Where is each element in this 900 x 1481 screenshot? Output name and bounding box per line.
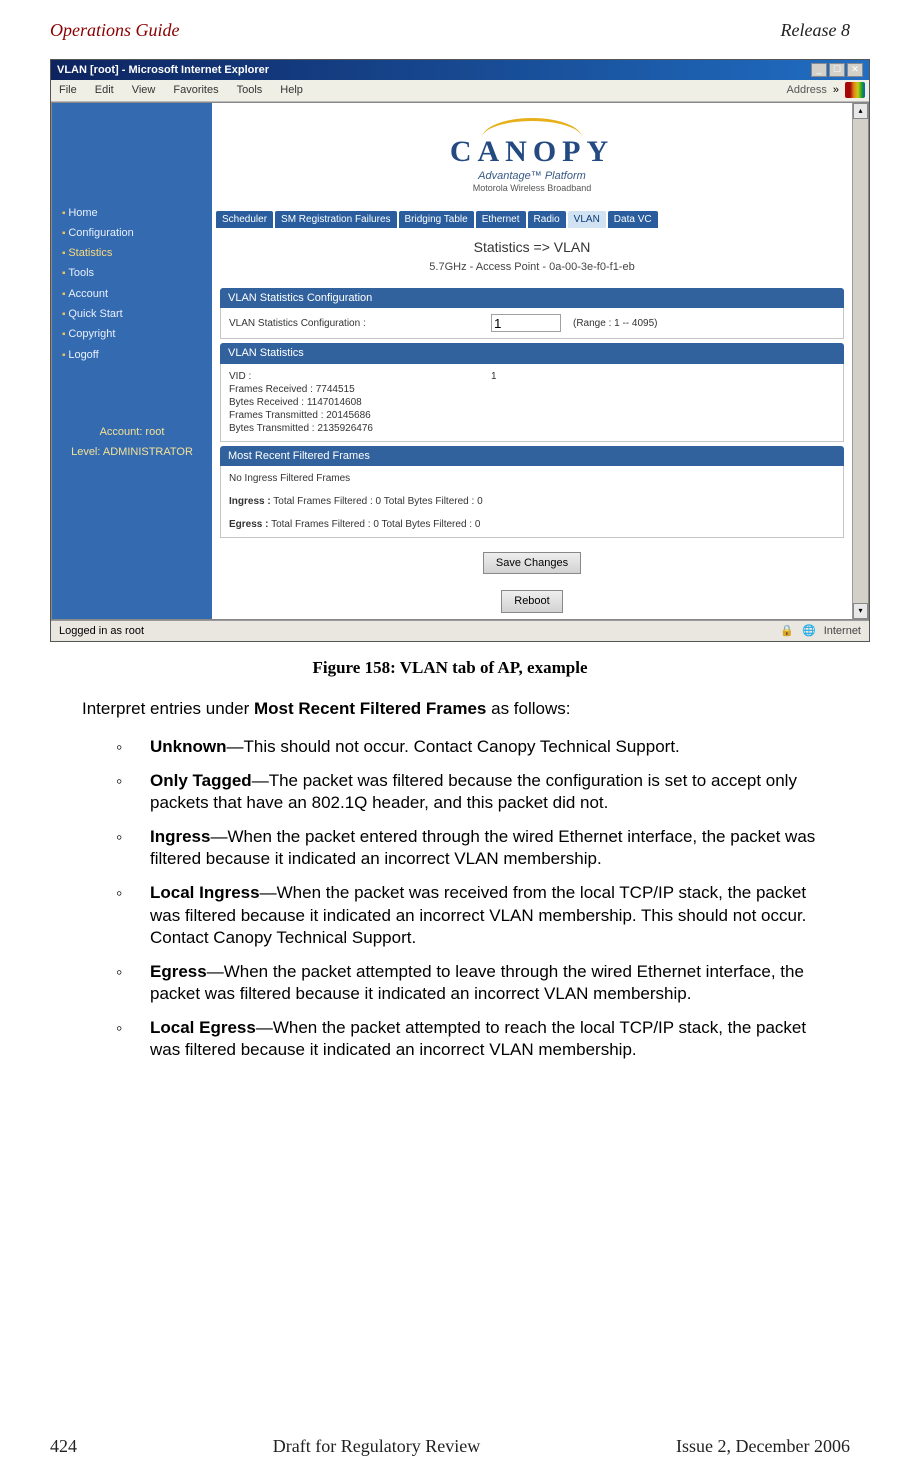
brand-tag: Motorola Wireless Broadband [473, 183, 592, 195]
menu-tools[interactable]: Tools [233, 82, 267, 98]
windows-flag-icon[interactable] [845, 82, 865, 98]
tab-ethernet[interactable]: Ethernet [476, 211, 526, 228]
nav-level-label: Level: ADMINISTRATOR [52, 445, 212, 471]
menu-file[interactable]: File [55, 82, 81, 98]
scrollbar[interactable]: ▴ ▾ [852, 103, 868, 619]
stat-bytes-transmitted: Bytes Transmitted : 2135926476 [229, 422, 835, 435]
panel-vlan-config: VLAN Statistics Configuration VLAN Stati… [220, 288, 844, 339]
panel-vlan-stats: VLAN Statistics VID : 1 Frames Received … [220, 343, 844, 441]
def-local-ingress: Local Ingress—When the packet was receiv… [116, 876, 820, 954]
figure-caption: Figure 158: VLAN tab of AP, example [50, 642, 850, 694]
egress-label: Egress : [229, 519, 268, 530]
def-only-tagged: Only Tagged—The packet was filtered beca… [116, 764, 820, 820]
nav-home[interactable]: Home [58, 203, 206, 223]
sidebar-nav: Home Configuration Statistics Tools Acco… [52, 103, 212, 619]
globe-icon: 🌐 [802, 624, 816, 638]
panel-vlan-config-head: VLAN Statistics Configuration [220, 288, 844, 308]
def-egress: Egress—When the packet attempted to leav… [116, 955, 820, 1011]
status-left-text: Logged in as root [59, 624, 144, 638]
nav-tools[interactable]: Tools [58, 263, 206, 283]
no-ingress-filtered: No Ingress Filtered Frames [229, 472, 835, 495]
status-right-text: Internet [824, 624, 861, 638]
header-release: Release 8 [781, 20, 850, 41]
scroll-up-icon[interactable]: ▴ [853, 103, 868, 119]
def-local-egress: Local Egress—When the packet attempted t… [116, 1011, 820, 1067]
status-bar: Logged in as root 🔒 🌐 Internet [51, 620, 869, 641]
address-label: Address [787, 83, 827, 97]
tab-sm-reg-failures[interactable]: SM Registration Failures [275, 211, 396, 228]
body-text: Interpret entries under Most Recent Filt… [50, 694, 850, 1067]
menu-help[interactable]: Help [276, 82, 307, 98]
lock-icon: 🔒 [780, 624, 794, 638]
menu-bar: File Edit View Favorites Tools Help Addr… [51, 80, 869, 101]
nav-account-label: Account: root [52, 385, 212, 445]
nav-copyright[interactable]: Copyright [58, 324, 206, 344]
header-guide-title: Operations Guide [50, 20, 180, 41]
nav-quickstart[interactable]: Quick Start [58, 304, 206, 324]
brand-sub: Advantage™ Platform [478, 169, 586, 183]
chevron-right-icon[interactable]: » [833, 83, 839, 97]
close-button[interactable]: ✕ [847, 63, 863, 77]
tab-scheduler[interactable]: Scheduler [216, 211, 273, 228]
window-title-text: VLAN [root] - Microsoft Internet Explore… [57, 63, 269, 77]
ingress-label: Ingress : [229, 496, 271, 507]
tab-data-vc[interactable]: Data VC [608, 211, 658, 228]
stat-frames-transmitted: Frames Transmitted : 20145686 [229, 409, 835, 422]
nav-list: Home Configuration Statistics Tools Acco… [52, 203, 212, 385]
content-subtitle: 5.7GHz - Access Point - 0a-00-3e-f0-f1-e… [212, 260, 852, 284]
intro-bold: Most Recent Filtered Frames [254, 699, 486, 718]
browser-screenshot: VLAN [root] - Microsoft Internet Explore… [50, 59, 870, 642]
vlan-config-range: (Range : 1 -- 4095) [573, 317, 658, 330]
maximize-button[interactable]: ☐ [829, 63, 845, 77]
stat-bytes-received: Bytes Received : 1147014608 [229, 396, 835, 409]
content-pane: CANOPY Advantage™ Platform Motorola Wire… [212, 103, 852, 619]
menu-view[interactable]: View [128, 82, 160, 98]
nav-logoff[interactable]: Logoff [58, 345, 206, 365]
footer-page-number: 424 [50, 1436, 77, 1457]
brand-word: CANOPY [450, 132, 614, 171]
footer-right: Issue 2, December 2006 [676, 1436, 850, 1457]
page-footer: 424 Draft for Regulatory Review Issue 2,… [50, 1426, 850, 1461]
vlan-config-input[interactable] [491, 314, 561, 332]
reboot-button[interactable]: Reboot [501, 590, 562, 612]
nav-account[interactable]: Account [58, 284, 206, 304]
footer-center: Draft for Regulatory Review [273, 1436, 480, 1457]
nav-configuration[interactable]: Configuration [58, 223, 206, 243]
window-title-bar[interactable]: VLAN [root] - Microsoft Internet Explore… [51, 60, 869, 80]
def-ingress: Ingress—When the packet entered through … [116, 820, 820, 876]
intro-pre: Interpret entries under [82, 699, 254, 718]
menu-edit[interactable]: Edit [91, 82, 118, 98]
tab-radio[interactable]: Radio [528, 211, 566, 228]
content-title: Statistics => VLAN [212, 228, 852, 260]
tab-vlan[interactable]: VLAN [568, 211, 606, 228]
intro-post: as follows: [486, 699, 570, 718]
vid-value: 1 [491, 370, 497, 383]
panel-filtered-head: Most Recent Filtered Frames [220, 446, 844, 466]
brand-logo: CANOPY Advantage™ Platform Motorola Wire… [212, 103, 852, 211]
tab-bridging-table[interactable]: Bridging Table [399, 211, 474, 228]
menu-favorites[interactable]: Favorites [169, 82, 222, 98]
def-unknown: Unknown—This should not occur. Contact C… [116, 730, 820, 764]
vlan-config-label: VLAN Statistics Configuration : [229, 317, 479, 330]
page-header: Operations Guide Release 8 [50, 20, 850, 59]
panel-filtered-frames: Most Recent Filtered Frames No Ingress F… [220, 446, 844, 538]
panel-vlan-stats-head: VLAN Statistics [220, 343, 844, 363]
scroll-down-icon[interactable]: ▾ [853, 603, 868, 619]
nav-statistics[interactable]: Statistics [58, 243, 206, 263]
vid-label: VID : [229, 370, 479, 383]
tab-row: Scheduler SM Registration Failures Bridg… [212, 211, 852, 228]
minimize-button[interactable]: _ [811, 63, 827, 77]
ingress-text: Total Frames Filtered : 0 Total Bytes Fi… [271, 496, 483, 507]
save-changes-button[interactable]: Save Changes [483, 552, 581, 574]
stat-frames-received: Frames Received : 7744515 [229, 383, 835, 396]
egress-text: Total Frames Filtered : 0 Total Bytes Fi… [268, 519, 480, 530]
